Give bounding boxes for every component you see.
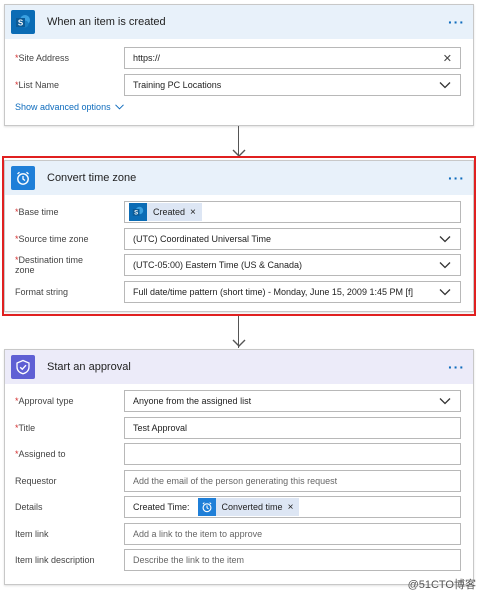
details-row: Details Created Time: Converted time × [5,494,473,521]
more-icon[interactable]: ··· [448,171,465,185]
item-link-description-row: Item link description Describe the link … [5,547,473,574]
approval-title: Start an approval [47,361,131,373]
source-time-zone-row: *Source time zone (UTC) Coordinated Univ… [5,226,473,253]
item-link-description-input[interactable]: Describe the link to the item [124,549,461,572]
item-link-description-label: Item link description [15,555,95,566]
approval-type-dropdown[interactable]: Anyone from the assigned list [124,390,461,413]
trigger-card: S When an item is created ··· *Site Addr… [4,4,474,126]
item-link-label: Item link [15,528,49,539]
approval-card-header[interactable]: Start an approval ··· [5,350,473,384]
destination-time-zone-row: *Destination time zone (UTC-05:00) Easter… [5,252,473,279]
sharepoint-icon: S [129,203,147,222]
more-icon[interactable]: ··· [448,360,465,374]
source-time-zone-value: (UTC) Coordinated Universal Time [133,233,272,244]
arrow-down-icon [232,339,246,347]
chevron-down-icon[interactable] [438,285,452,299]
site-address-field[interactable]: https:// ✕ [124,47,461,70]
details-input[interactable]: Created Time: Converted time × [124,496,461,519]
destination-time-zone-dropdown[interactable]: (UTC-05:00) Eastern Time (US & Canada) [124,254,461,277]
approval-title-row: *Title Test Approval [5,415,473,442]
site-address-row: *Site Address https:// ✕ [5,45,473,72]
details-prefix: Created Time: [133,502,190,513]
remove-token-icon[interactable]: × [288,502,294,513]
source-time-zone-dropdown[interactable]: (UTC) Coordinated Universal Time [124,227,461,250]
base-time-field[interactable]: S Created × [124,201,461,224]
format-string-value: Full date/time pattern (short time) - Mo… [133,286,413,297]
destination-time-zone-label: Destination time [18,255,84,266]
details-label: Details [15,502,43,513]
list-name-dropdown[interactable]: Training PC Locations [124,73,461,96]
arrow-down-icon [232,149,246,157]
convert-time-zone-card: Convert time zone ··· *Base time S Creat… [4,160,474,312]
svg-text:S: S [18,19,24,28]
approval-icon [11,355,35,379]
svg-text:S: S [134,211,138,217]
created-token-label: Created [153,207,186,218]
site-address-label: Site Address [18,53,70,64]
chevron-down-icon[interactable] [438,258,452,272]
created-token[interactable]: S Created × [129,203,202,222]
converted-time-token[interactable]: Converted time × [197,498,300,517]
source-time-zone-label: Source time zone [18,233,89,244]
clock-icon [11,166,35,190]
more-icon[interactable]: ··· [448,15,465,29]
assigned-to-input[interactable] [124,443,461,466]
approval-type-value: Anyone from the assigned list [133,396,252,407]
trigger-card-header[interactable]: S When an item is created ··· [5,5,473,39]
site-address-value: https:// [133,53,161,64]
convert-card-header[interactable]: Convert time zone ··· [5,161,473,195]
chevron-down-icon [114,102,124,112]
list-name-label: List Name [18,79,60,90]
requestor-placeholder: Add the email of the person generating t… [133,475,338,486]
show-advanced-options-label: Show advanced options [15,102,111,112]
approval-type-label: Approval type [18,396,74,407]
clock-icon [197,498,216,517]
clear-icon[interactable]: ✕ [443,52,452,65]
list-name-value: Training PC Locations [133,79,222,90]
approval-type-row: *Approval type Anyone from the assigned … [5,388,473,415]
requestor-input[interactable]: Add the email of the person generating t… [124,469,461,492]
chevron-down-icon[interactable] [438,232,452,246]
item-link-placeholder: Add a link to the item to approve [133,528,263,539]
trigger-title: When an item is created [47,16,166,28]
remove-token-icon[interactable]: × [190,207,196,218]
requestor-label: Requestor [15,475,57,486]
item-link-description-placeholder: Describe the link to the item [133,555,245,566]
assigned-to-row: *Assigned to [5,441,473,468]
assigned-to-label: Assigned to [18,449,66,460]
title-input[interactable]: Test Approval [124,416,461,439]
watermark: @51CTO博客 [407,579,476,591]
format-string-row: Format string Full date/time pattern (sh… [5,279,473,306]
base-time-label: Base time [18,207,59,218]
requestor-row: Requestor Add the email of the person ge… [5,468,473,495]
destination-time-zone-value: (UTC-05:00) Eastern Time (US & Canada) [133,260,303,271]
item-link-input[interactable]: Add a link to the item to approve [124,522,461,545]
chevron-down-icon[interactable] [438,394,452,408]
approval-card: Start an approval ··· *Approval type Any… [4,349,474,585]
convert-title: Convert time zone [47,172,137,184]
title-label: Title [18,422,36,433]
list-name-row: *List Name Training PC Locations [5,72,473,99]
item-link-row: Item link Add a link to the item to appr… [5,521,473,548]
format-string-label: Format string [15,286,69,297]
chevron-down-icon[interactable] [438,78,452,92]
converted-time-token-label: Converted time [221,502,283,513]
title-value: Test Approval [133,422,188,433]
show-advanced-options-link[interactable]: Show advanced options [5,98,473,112]
sharepoint-icon: S [11,10,35,34]
format-string-dropdown[interactable]: Full date/time pattern (short time) - Mo… [124,280,461,303]
base-time-row: *Base time S Created × [5,199,473,226]
